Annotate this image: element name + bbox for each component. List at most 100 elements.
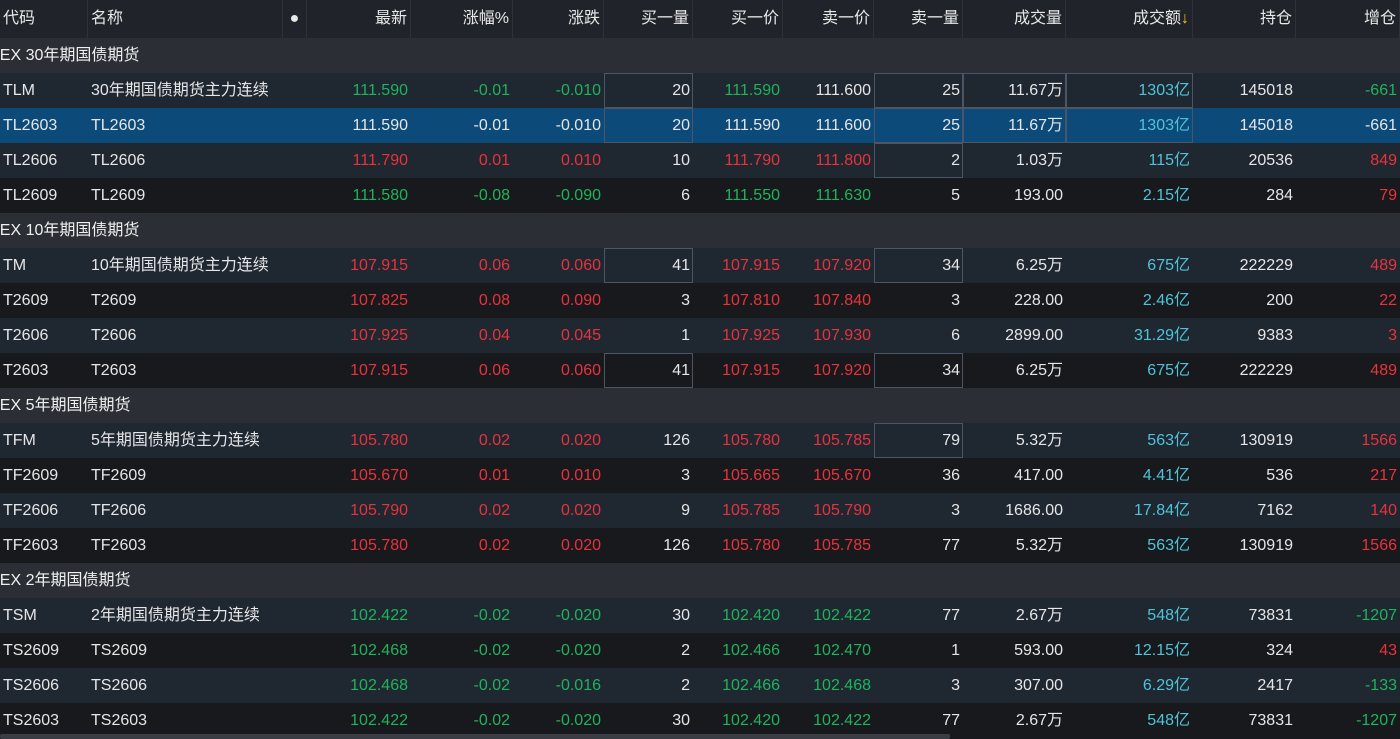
cell-bidvol: 20	[604, 73, 693, 108]
cell-oichg: 43	[1379, 642, 1397, 659]
cell-amt: 563亿	[1147, 537, 1190, 554]
cell-pct: 0.02	[478, 537, 510, 554]
table-row[interactable]: TF2603 TF2603 105.780 0.02 0.020 126 105.780 10…	[0, 528, 1400, 563]
cell-vol: 2.67万	[1015, 607, 1063, 624]
column-header-vol[interactable]: 成交量	[963, 0, 1066, 38]
table-row[interactable]: T2603 T2603 107.915 0.06 0.060 41 107.915 107.9…	[0, 353, 1400, 388]
table-row[interactable]: TFM 5年期国债期货主力连续 105.780 0.02 0.020 126 105.780…	[0, 423, 1400, 458]
cell-vol: 228.00	[1014, 292, 1063, 309]
cell-chg: -0.010	[555, 82, 601, 99]
table-row[interactable]: T2606 T2606 107.925 0.04 0.045 1 107.925 107.93…	[0, 318, 1400, 353]
table-row[interactable]: TS2603 TS2603 102.422 -0.02 -0.020 30 102.420 1…	[0, 703, 1400, 738]
cell-askvol: 34	[874, 248, 963, 283]
column-header-bidvol[interactable]: 买一量	[604, 0, 693, 38]
sort-desc-icon[interactable]: ↓	[1181, 10, 1189, 27]
column-header-ask[interactable]: 卖一价	[783, 0, 874, 38]
group-title: FEX 5年期国债期货	[0, 397, 131, 414]
column-header-label: 卖一价	[821, 10, 870, 27]
column-header-bid[interactable]: 买一价	[693, 0, 783, 38]
column-header-oichg[interactable]: 增仓	[1296, 0, 1400, 38]
cell-oi: 284	[1266, 187, 1293, 204]
cell-bidvol: 9	[681, 502, 690, 519]
column-header-chg[interactable]: 涨跌	[513, 0, 604, 38]
cell-code: TFM	[3, 432, 36, 449]
column-header-code[interactable]: 代码	[0, 0, 88, 38]
cell-bid: 105.780	[722, 537, 780, 554]
cell-last: 107.825	[350, 292, 408, 309]
column-header-label: 增仓	[1363, 10, 1396, 27]
table-row[interactable]: TS2609 TS2609 102.468 -0.02 -0.020 2 102.466 10…	[0, 633, 1400, 668]
cell-ask: 102.470	[813, 642, 871, 659]
cell-oichg: 1566	[1361, 537, 1397, 554]
cell-chg: -0.020	[555, 607, 601, 624]
cell-chg: 0.090	[560, 292, 601, 309]
column-header-name[interactable]: 名称	[88, 0, 283, 38]
column-header-oi[interactable]: 持仓	[1193, 0, 1296, 38]
cell-pct: 0.02	[478, 432, 510, 449]
column-header-amt[interactable]: 成交额↓	[1066, 0, 1193, 38]
table-header: 代码 名称 ● 最新 涨幅% 涨跌 买一量 买一价 卖一价 卖一量 成交量 成交额↓ 持仓 增仓	[0, 0, 1400, 38]
table-row[interactable]: TM 10年期国债期货主力连续 107.915 0.06 0.060 41 107.915 1…	[0, 248, 1400, 283]
cell-amt: 2.15亿	[1142, 187, 1190, 204]
cell-name: 5年期国债期货主力连续	[91, 432, 260, 449]
group-header[interactable]: FEX 10年期国债期货	[0, 213, 1400, 248]
cell-pct: 0.08	[478, 292, 510, 309]
table-row[interactable]: TLM 30年期国债期货主力连续 111.590 -0.01 -0.010 20 111.5…	[0, 73, 1400, 108]
cell-last: 105.780	[350, 537, 408, 554]
cell-oi: 7162	[1257, 502, 1293, 519]
cell-oichg: -1207	[1356, 712, 1397, 729]
cell-oichg: -133	[1364, 677, 1397, 694]
cell-chg: -0.020	[555, 642, 601, 659]
table-row[interactable]: TL2603 TL2603 111.590 -0.01 -0.010 20 111.590 1…	[0, 108, 1400, 143]
cell-oi: 130919	[1239, 537, 1293, 554]
cell-vol: 5.32万	[1015, 432, 1063, 449]
cell-askvol: 2	[874, 143, 963, 178]
cell-ask: 111.800	[815, 152, 871, 169]
cell-ask: 107.840	[813, 292, 871, 309]
cell-oichg: 79	[1379, 187, 1397, 204]
cell-vol: 193.00	[1014, 187, 1063, 204]
cell-oi: 73831	[1248, 607, 1294, 624]
cell-pct: -0.01	[473, 82, 510, 99]
cell-oi: 200	[1266, 292, 1293, 309]
cell-oi: 222229	[1239, 362, 1293, 379]
cell-last: 102.422	[350, 607, 408, 624]
cell-amt: 563亿	[1147, 432, 1190, 449]
cell-chg: 0.020	[560, 432, 601, 449]
cell-ask: 107.930	[813, 327, 871, 344]
table-row[interactable]: TF2609 TF2609 105.670 0.01 0.010 3 105.665 105.…	[0, 458, 1400, 493]
cell-pct: 0.06	[478, 362, 510, 379]
cell-bidvol: 10	[672, 152, 690, 169]
cell-chg: 0.045	[560, 327, 601, 344]
cell-last: 111.790	[352, 152, 408, 169]
cell-oichg: 3	[1388, 327, 1397, 344]
cell-bidvol: 126	[663, 432, 690, 449]
table-row[interactable]: TS2606 TS2606 102.468 -0.02 -0.016 2 102.466 10…	[0, 668, 1400, 703]
table-row[interactable]: TF2606 TF2606 105.790 0.02 0.020 9 105.785 105.…	[0, 493, 1400, 528]
group-header[interactable]: FEX 2年期国债期货	[0, 563, 1400, 598]
cell-bidvol: 126	[663, 537, 690, 554]
cell-code: TLM	[3, 82, 35, 99]
table-row[interactable]: TL2606 TL2606 111.790 0.01 0.010 10 111.790 111…	[0, 143, 1400, 178]
cell-amt: 548亿	[1147, 712, 1190, 729]
cell-bid: 107.925	[722, 327, 780, 344]
group-header[interactable]: FEX 30年期国债期货	[0, 38, 1400, 73]
cell-last: 111.580	[352, 187, 408, 204]
cell-name: TL2609	[91, 187, 146, 204]
table-row[interactable]: T2609 T2609 107.825 0.08 0.090 3 107.810 107.84…	[0, 283, 1400, 318]
column-header-askvol[interactable]: 卖一量	[874, 0, 963, 38]
cell-bid: 105.785	[722, 502, 780, 519]
cell-ask: 102.422	[813, 607, 871, 624]
cell-askvol: 3	[951, 677, 960, 694]
group-title: FEX 30年期国债期货	[0, 47, 140, 64]
cell-amt: 675亿	[1147, 362, 1190, 379]
cell-vol: 11.67万	[963, 73, 1066, 108]
group-header[interactable]: FEX 5年期国债期货	[0, 388, 1400, 423]
column-header-label: ●	[289, 10, 300, 27]
table-row[interactable]: TSM 2年期国债期货主力连续 102.422 -0.02 -0.020 30 102.42…	[0, 598, 1400, 633]
column-header-pct[interactable]: 涨幅%	[411, 0, 513, 38]
table-row[interactable]: TL2609 TL2609 111.580 -0.08 -0.090 6 111.550 11…	[0, 178, 1400, 213]
column-header-last[interactable]: 最新	[307, 0, 411, 38]
horizontal-scrollbar[interactable]	[0, 734, 950, 739]
column-header-dot[interactable]: ●	[283, 0, 307, 38]
